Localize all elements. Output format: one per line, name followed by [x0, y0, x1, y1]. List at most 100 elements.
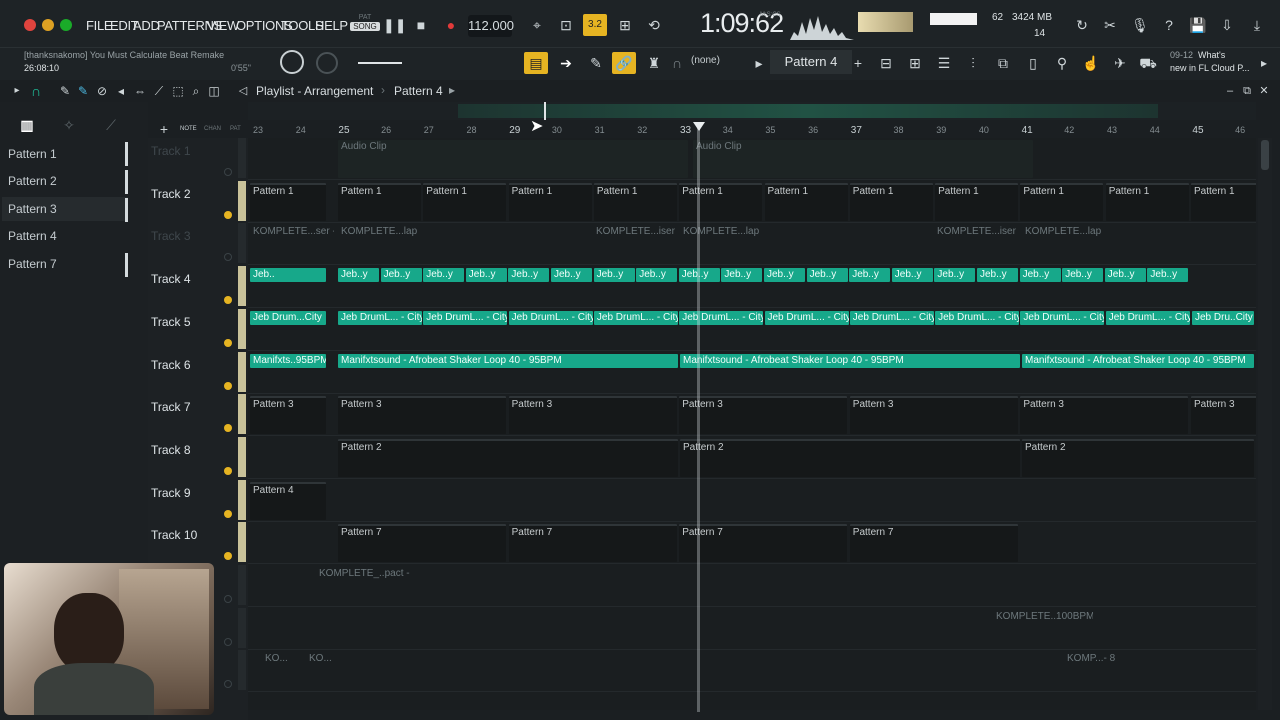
paint-tool-icon[interactable]: ✎ — [76, 80, 90, 102]
track-name-10[interactable]: Track 10 — [151, 528, 197, 542]
playlist-clip[interactable]: Jeb..y — [806, 268, 848, 283]
ruler-bar-46[interactable]: 46 — [1235, 125, 1245, 135]
vertical-scrollbar[interactable] — [1258, 138, 1272, 710]
playlist-clip[interactable]: Pattern 2 — [338, 438, 678, 477]
playlist-clip[interactable]: Jeb..y — [636, 268, 678, 283]
browser-icon[interactable]: ⧉ — [993, 52, 1013, 74]
master-slider[interactable] — [358, 62, 402, 64]
slip-tool-icon[interactable]: ⇔ — [133, 80, 147, 102]
playlist-clip[interactable]: Manifxtsound - Afrobeat Shaker Loop 40 -… — [338, 353, 678, 368]
playlist-clip[interactable]: Pattern 7 — [338, 524, 506, 563]
playlist-clip[interactable]: Jeb..y — [764, 268, 805, 283]
playlist-clip[interactable]: Pattern 1 — [1191, 182, 1256, 221]
playhead-marker-icon[interactable] — [693, 122, 705, 131]
menu-add[interactable]: ADD — [133, 18, 160, 33]
track-mute-led[interactable] — [224, 466, 232, 475]
playlist-menu-arrow-icon[interactable]: ▸ — [10, 80, 24, 102]
playlist-clip[interactable]: Pattern 3 — [1191, 396, 1256, 435]
playlist-clip[interactable]: Pattern 3 — [250, 396, 326, 435]
ruler-bar-28[interactable]: 28 — [467, 125, 477, 135]
playlist-clip[interactable]: Jeb DrumL... - City — [508, 310, 593, 325]
track-name-4[interactable]: Track 4 — [151, 272, 191, 286]
touch-icon[interactable]: ☝ — [1081, 52, 1101, 74]
playlist-clip[interactable]: Jeb DrumL... - City — [935, 310, 1020, 325]
playlist-clip[interactable]: Pattern 2 — [680, 438, 1020, 477]
ruler-bar-41[interactable]: 41 — [1022, 125, 1033, 136]
track-name-7[interactable]: Track 7 — [151, 400, 191, 414]
tools-icon[interactable]: ✂ — [1100, 14, 1120, 36]
track-mute-led[interactable] — [224, 595, 232, 603]
picker-item-pattern-1[interactable]: Pattern 1 — [8, 147, 57, 161]
playlist-clip[interactable]: Jeb..y — [721, 268, 763, 283]
loop-record-icon[interactable]: ⟲ — [643, 14, 665, 36]
picker-item-pattern-3[interactable]: Pattern 3 — [8, 202, 57, 216]
playlist-clip[interactable]: Pattern 1 — [508, 182, 592, 221]
playlist-clip[interactable]: Jeb DrumL... - City — [1105, 310, 1190, 325]
clip-icon[interactable]: ✈ — [1110, 52, 1130, 74]
maximize-window-button[interactable] — [60, 19, 72, 31]
picker-item-pattern-4[interactable]: Pattern 4 — [8, 229, 57, 243]
playlist-clip[interactable]: Jeb DrumL... - City — [423, 310, 508, 325]
help-icon[interactable]: ? — [1159, 14, 1179, 36]
magnet-icon[interactable]: ∩ — [28, 80, 44, 102]
track-name-1[interactable]: Track 1 — [151, 144, 191, 158]
playlist-clip[interactable]: Jeb.. — [250, 268, 326, 283]
playhead[interactable] — [697, 122, 700, 712]
slice-tool-icon[interactable]: ⟋ — [152, 80, 166, 102]
playlist-clip[interactable]: KOMPLETE..100BPM — [993, 610, 1093, 648]
pause-icon[interactable]: ❚❚ — [383, 14, 406, 36]
ruler-bar-23[interactable]: 23 — [253, 125, 263, 135]
playlist-clip[interactable]: KOMPLETE_..pact - 2 — [316, 567, 412, 605]
window-close-icon[interactable]: ✕ — [1257, 80, 1271, 102]
draw-tool-icon[interactable]: ✎ — [58, 80, 72, 102]
playlist-clip[interactable]: Pattern 1 — [423, 182, 507, 221]
playlist-clip[interactable]: Jeb..y — [508, 268, 550, 283]
delete-tool-icon[interactable]: ⊘ — [95, 80, 109, 102]
picker-automation-icon[interactable]: ✧ — [60, 114, 78, 136]
track-name-3[interactable]: Track 3 — [151, 229, 191, 243]
news-text[interactable]: new in FL Cloud P... — [1170, 63, 1250, 73]
undo-icon[interactable]: ↻ — [1072, 14, 1092, 36]
ruler-bar-43[interactable]: 43 — [1107, 125, 1117, 135]
playlist-clip[interactable]: Pattern 1 — [679, 182, 763, 221]
picker-patterns-icon[interactable]: ▥ — [18, 114, 36, 136]
playlist-clip[interactable]: Jeb..y — [593, 268, 635, 283]
song-overview[interactable] — [248, 102, 1256, 120]
playlist-clip[interactable]: KOMPLETE...lap - 1 — [338, 225, 418, 263]
playlist-clip[interactable]: Pattern 1 — [764, 182, 848, 221]
ruler-bar-31[interactable]: 31 — [595, 125, 605, 135]
playlist-clip[interactable]: Pattern 4 — [250, 481, 326, 520]
wait-input-icon[interactable]: ⊡ — [555, 14, 577, 36]
playlist-clip[interactable]: Jeb..y — [891, 268, 933, 283]
export-icon[interactable]: ⇩ — [1217, 14, 1237, 36]
playlist-clip[interactable]: Jeb..y — [849, 268, 891, 283]
menu-view[interactable]: VIEW — [207, 18, 239, 33]
track-name-6[interactable]: Track 6 — [151, 358, 191, 372]
playlist-clip[interactable]: Pattern 1 — [1020, 182, 1104, 221]
track-mute-led[interactable] — [224, 381, 232, 390]
playlist-clip[interactable]: Jeb DrumL... - City — [338, 310, 422, 325]
playlist-clip[interactable]: Jeb..y — [977, 268, 1018, 283]
playlist-clip[interactable]: Pattern 3 — [338, 396, 506, 435]
link-icon[interactable]: 🔗 — [612, 52, 636, 74]
news-next-icon[interactable]: ▸ — [1256, 52, 1272, 74]
playlist-clip[interactable]: Jeb Drum...City — [250, 310, 326, 325]
mute-tool-icon[interactable]: ◂ — [114, 80, 128, 102]
playlist-clip[interactable]: KOMPLETE...lap - 1 — [680, 225, 760, 263]
save-icon[interactable]: 💾 — [1188, 14, 1208, 36]
cart-icon[interactable]: ⛟ — [1138, 52, 1158, 74]
piano-roll-icon[interactable]: ☰ — [934, 52, 954, 74]
window-minimize-icon[interactable]: – — [1223, 80, 1237, 102]
add-track-icon[interactable]: + — [154, 118, 174, 140]
track-row[interactable] — [248, 480, 1256, 522]
playlist-clip[interactable]: Pattern 3 — [679, 396, 848, 435]
playlist-clip[interactable]: Pattern 7 — [849, 524, 1018, 563]
playlist-clip[interactable]: KOMP...- 8 — [1064, 652, 1144, 690]
playlist-clip[interactable]: Manifxtsound - Afrobeat Shaker Loop 40 -… — [680, 353, 1020, 368]
playlist-clip[interactable]: Pattern 7 — [679, 524, 848, 563]
track-mute-led[interactable] — [224, 338, 232, 347]
track-row[interactable] — [248, 608, 1256, 650]
ruler-bar-24[interactable]: 24 — [296, 125, 306, 135]
playlist-clip[interactable]: Jeb..y — [551, 268, 592, 283]
playlist-clip[interactable]: Jeb..y — [423, 268, 465, 283]
